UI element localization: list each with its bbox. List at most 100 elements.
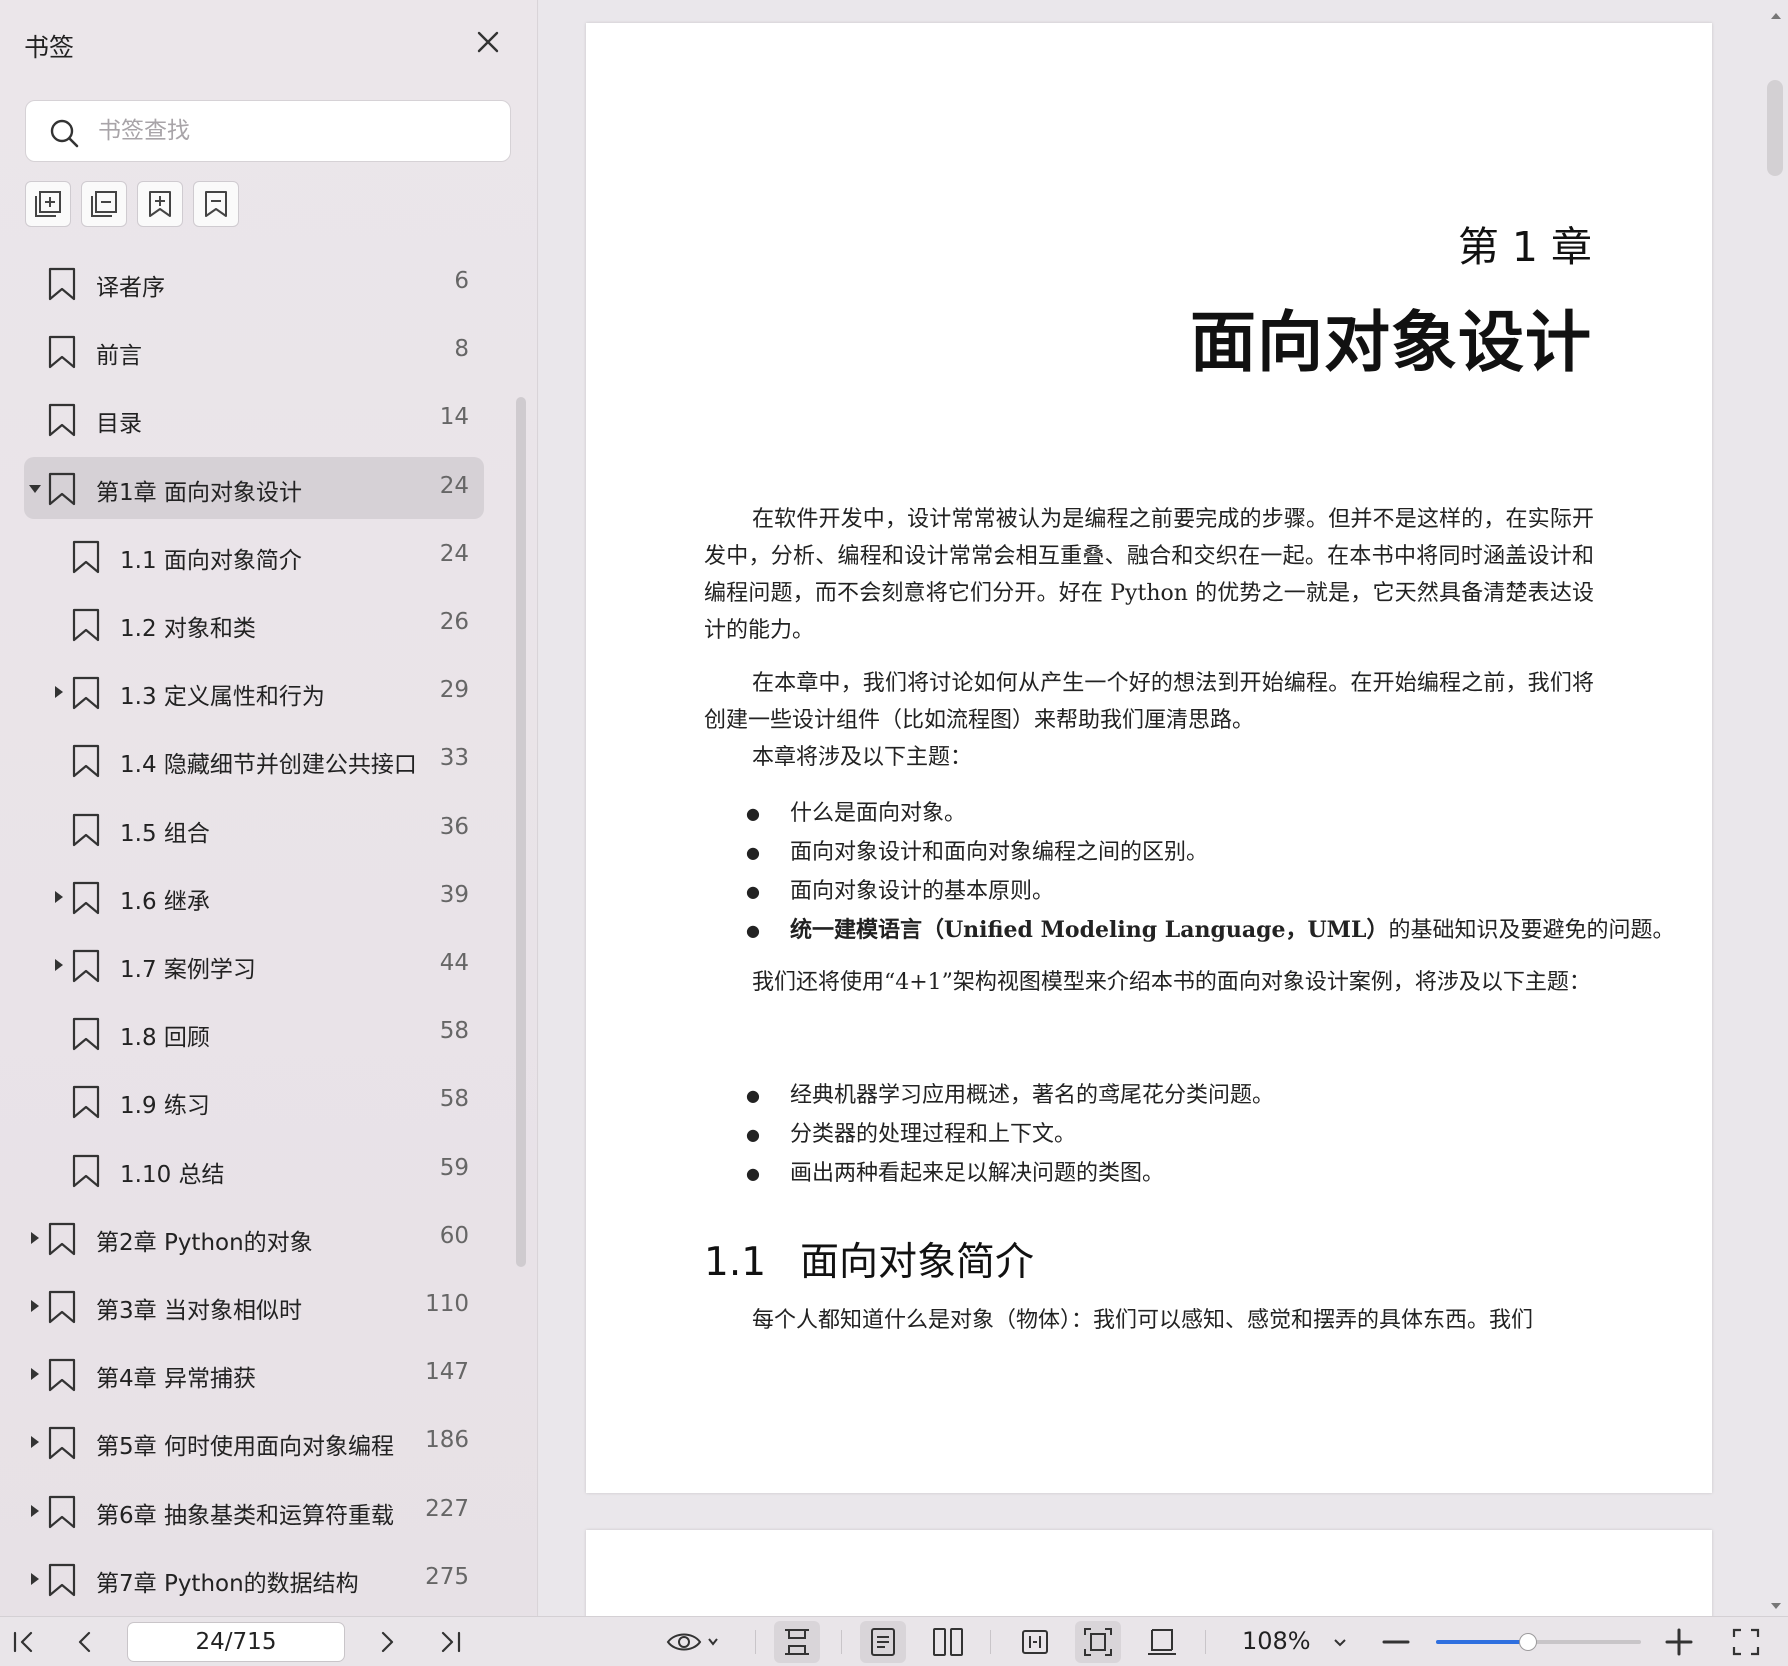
bookmark-item[interactable]: 第1章 面向对象设计 24	[24, 456, 484, 519]
bookmark-item[interactable]: 第6章 抽象基类和运算符重载 227	[24, 1480, 484, 1542]
bookmark-item[interactable]: 译者序 6	[24, 252, 484, 314]
bookmark-page-number: 39	[439, 881, 469, 908]
paragraph: 在本章中，我们将讨论如何从产生一个好的想法到开始编程。在开始编程之前，我们将创建…	[704, 671, 1594, 733]
bookmark-icon	[48, 1495, 76, 1529]
bookmark-page-number: 186	[425, 1427, 469, 1454]
bookmark-item[interactable]: 1.1 面向对象简介 24	[24, 525, 484, 587]
collapse-all-button[interactable]	[81, 181, 127, 227]
document-viewport[interactable]: 第 1 章 面向对象设计 在软件开发中，设计常常被认为是编程之前要完成的步骤。但…	[539, 0, 1788, 1616]
view-mode-button[interactable]	[665, 1624, 725, 1660]
bookmark-label: 1.1 面向对象简介	[120, 547, 302, 574]
bookmark-page-number: 58	[439, 1018, 469, 1045]
bookmark-item[interactable]: 1.3 定义属性和行为 29	[24, 661, 484, 723]
fit-page-button[interactable]	[1075, 1621, 1121, 1663]
search-icon	[48, 117, 80, 149]
bookmark-label: 译者序	[96, 275, 165, 301]
last-page-button[interactable]	[432, 1624, 468, 1660]
first-page-button[interactable]	[6, 1624, 42, 1660]
list-item: 画出两种看起来足以解决问题的类图。	[746, 1154, 1636, 1193]
bookmark-page-number: 60	[439, 1222, 469, 1249]
rotate-page-button[interactable]	[1144, 1624, 1180, 1660]
bookmark-item[interactable]: 第4章 异常捕获 147	[24, 1343, 484, 1405]
expand-arrow-right-icon[interactable]	[29, 1366, 41, 1381]
bookmark-page-number: 44	[439, 950, 469, 976]
zoom-dropdown-button[interactable]	[1326, 1624, 1354, 1660]
zoom-out-button[interactable]	[1378, 1624, 1414, 1660]
bookmark-item[interactable]: 前言 8	[24, 320, 484, 382]
bookmark-search-input[interactable]	[98, 111, 494, 151]
expand-arrow-right-icon[interactable]	[29, 1503, 41, 1517]
bookmark-page-number: 227	[425, 1495, 469, 1522]
bullet-list: 经典机器学习应用概述，著名的鸢尾花分类问题。 分类器的处理过程和上下文。 画出两…	[746, 1076, 1636, 1193]
bookmark-item[interactable]: 1.9 练习 58	[24, 1070, 484, 1132]
bookmark-item[interactable]: 1.2 对象和类 26	[24, 593, 484, 655]
expand-arrow-right-icon[interactable]	[53, 684, 65, 699]
panel-title: 书签	[24, 33, 75, 62]
bookmark-item[interactable]: 目录 14	[24, 388, 484, 450]
pdf-page: 第 1 章 面向对象设计 在软件开发中，设计常常被认为是编程之前要完成的步骤。但…	[586, 23, 1712, 1493]
bookmark-label: 第5章 何时使用面向对象编程	[96, 1434, 394, 1461]
expand-arrow-right-icon[interactable]	[29, 1434, 41, 1449]
single-page-button[interactable]	[860, 1621, 906, 1663]
continuous-scroll-button[interactable]	[774, 1621, 820, 1663]
next-page-button[interactable]	[368, 1624, 404, 1660]
scroll-down-icon[interactable]	[1770, 1596, 1782, 1609]
bookmark-search-box[interactable]	[25, 100, 511, 162]
bookmark-item[interactable]: 1.8 回顾 58	[24, 1002, 484, 1064]
toolbar-separator	[841, 1630, 842, 1654]
remove-bookmark-button[interactable]	[193, 181, 239, 227]
bookmark-icon	[72, 676, 100, 710]
bookmark-item[interactable]: 1.4 隐藏细节并创建公共接口 33	[24, 729, 484, 791]
expand-arrow-right-icon[interactable]	[53, 957, 65, 971]
zoom-slider-fill	[1436, 1640, 1529, 1644]
expand-arrow-right-icon[interactable]	[29, 1298, 41, 1312]
bookmark-page-number: 24	[439, 472, 469, 499]
paragraph: 本章将涉及以下主题：	[752, 745, 973, 770]
bookmark-item[interactable]: 1.5 组合 36	[24, 798, 484, 860]
bookmark-label: 目录	[96, 411, 142, 438]
expand-arrow-right-icon[interactable]	[29, 1571, 41, 1585]
sidebar-scrollbar[interactable]	[516, 397, 526, 1267]
expand-arrow-down-icon[interactable]	[29, 480, 41, 494]
zoom-slider-thumb[interactable]	[1519, 1633, 1538, 1651]
page-number-input[interactable]	[127, 1622, 345, 1662]
previous-page-button[interactable]	[68, 1624, 104, 1660]
bookmark-icon	[48, 335, 76, 369]
bookmark-item[interactable]: 第3章 当对象相似时 110	[24, 1275, 484, 1337]
fit-width-button[interactable]	[1017, 1624, 1053, 1660]
zoom-in-button[interactable]	[1661, 1624, 1697, 1660]
bookmark-item[interactable]: 1.6 继承 39	[24, 866, 484, 928]
list-item: 统一建模语言（Unified Modeling Language，UML）的基础…	[746, 911, 1675, 950]
zoom-slider[interactable]	[1436, 1633, 1641, 1651]
expand-arrow-right-icon[interactable]	[29, 1230, 41, 1244]
close-icon[interactable]	[472, 26, 504, 58]
double-page-button[interactable]	[930, 1624, 966, 1660]
bookmark-label: 第1章 面向对象设计	[96, 479, 302, 506]
bookmark-label: 1.4 隐藏细节并创建公共接口	[120, 752, 417, 779]
bookmark-item[interactable]: 1.10 总结 59	[24, 1139, 484, 1201]
zoom-level[interactable]: 108%	[1242, 1627, 1311, 1655]
bookmark-label: 1.9 练习	[120, 1093, 210, 1120]
bookmark-item[interactable]: 第2章 Python的对象 60	[24, 1207, 484, 1269]
list-item: 经典机器学习应用概述，著名的鸢尾花分类问题。	[746, 1076, 1636, 1115]
bookmark-icon	[48, 267, 76, 301]
bookmark-item[interactable]: 第7章 Python的数据结构 275	[24, 1548, 484, 1610]
expand-all-button[interactable]	[25, 181, 71, 227]
bookmark-item[interactable]: 1.7 案例学习 44	[24, 934, 484, 996]
bookmark-icon	[48, 1290, 76, 1324]
document-scrollbar[interactable]	[1766, 0, 1788, 1616]
bookmark-icon	[72, 744, 100, 778]
expand-arrow-right-icon[interactable]	[53, 889, 65, 903]
bookmark-page-number: 147	[425, 1359, 469, 1386]
document-scrollbar-thumb[interactable]	[1767, 80, 1783, 176]
bookmark-icon	[72, 1154, 100, 1188]
add-bookmark-button[interactable]	[137, 181, 183, 227]
bookmark-page-number: 36	[439, 813, 469, 840]
chapter-number: 第 1 章	[1457, 223, 1592, 271]
uml-bold-text: 统一建模语言（Unified Modeling Language，UML）	[790, 917, 1389, 943]
bookmark-item[interactable]: 第5章 何时使用面向对象编程 186	[24, 1411, 484, 1473]
fullscreen-button[interactable]	[1728, 1624, 1764, 1660]
bookmark-page-number: 33	[439, 745, 469, 772]
bookmark-label: 1.2 对象和类	[120, 616, 256, 642]
scroll-up-icon[interactable]	[1770, 6, 1782, 19]
